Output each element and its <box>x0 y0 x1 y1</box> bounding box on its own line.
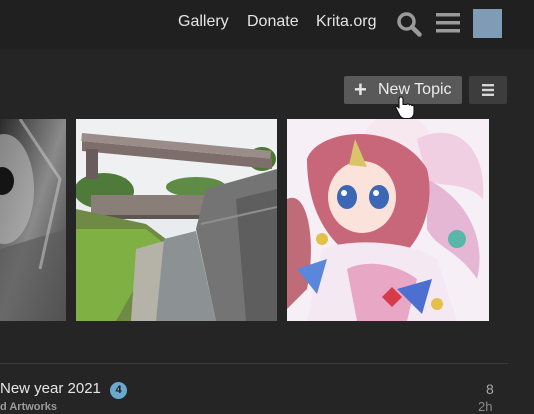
topic-list-options-button[interactable] <box>469 76 507 104</box>
activity-time[interactable]: 2h <box>478 399 492 414</box>
hamburger-menu-icon[interactable] <box>436 12 460 34</box>
list-divider <box>0 363 508 364</box>
list-icon <box>482 84 494 96</box>
nav-gallery-link[interactable]: Gallery <box>178 13 229 31</box>
nav-donate-link[interactable]: Donate <box>247 13 299 31</box>
gallery-thumbnail-canal[interactable] <box>76 119 277 321</box>
site-header: Gallery Donate Krita.org <box>0 0 534 50</box>
topic-title-link[interactable]: New year 2021 <box>0 380 101 397</box>
search-icon[interactable] <box>396 11 422 37</box>
reply-count: 8 <box>486 381 494 397</box>
gallery-thumbnail-anime-illustration[interactable] <box>287 119 489 321</box>
pointer-hand-cursor <box>395 96 415 120</box>
plus-icon: + <box>354 77 367 102</box>
user-avatar[interactable] <box>473 9 502 38</box>
nav-krita-org-link[interactable]: Krita.org <box>316 13 376 31</box>
gallery-thumbnail-sketch[interactable] <box>0 119 66 321</box>
topic-category[interactable]: d Artworks <box>0 401 57 413</box>
unread-count-badge[interactable]: 4 <box>110 382 127 399</box>
